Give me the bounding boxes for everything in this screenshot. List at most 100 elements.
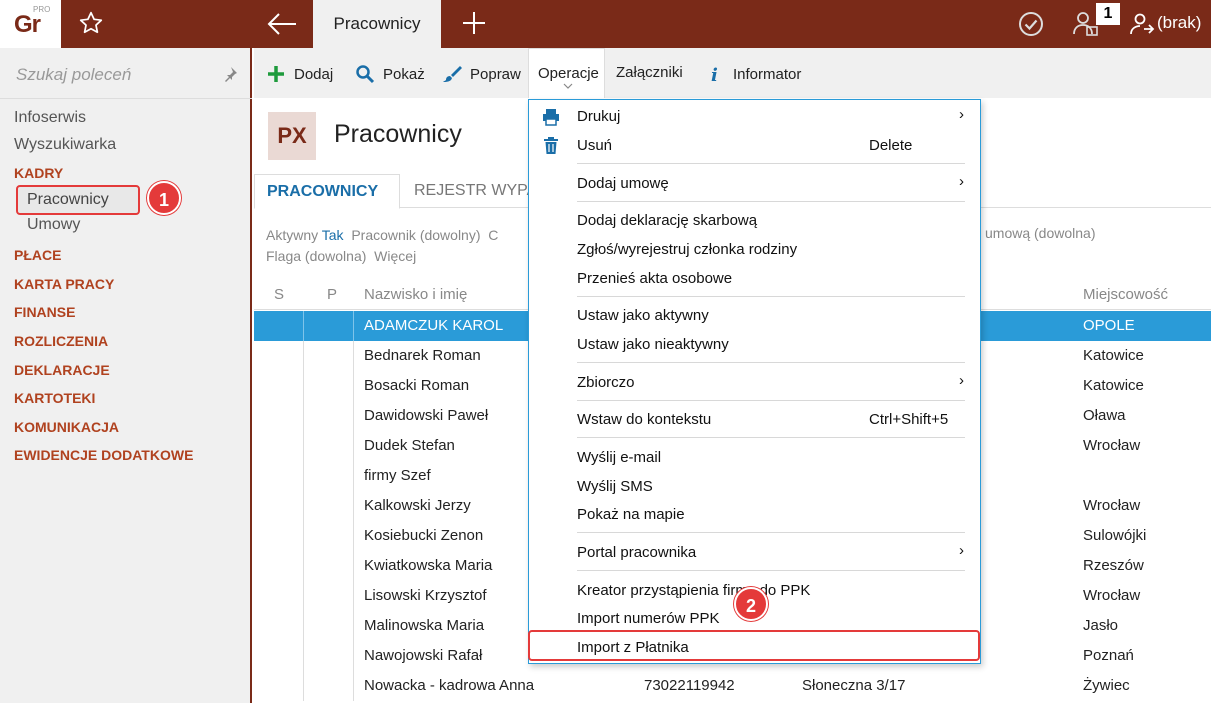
cell-s xyxy=(254,611,304,641)
sidebar-section-rozliczenia[interactable]: ROZLICZENIA xyxy=(14,333,108,349)
sidebar-section-ewidencje[interactable]: EWIDENCJE DODATKOWE xyxy=(14,447,193,463)
cell-p xyxy=(304,671,354,701)
menu-separator xyxy=(577,163,965,164)
cell-city: Katowice xyxy=(1083,377,1144,394)
info-button[interactable]: i Informator xyxy=(705,64,801,84)
app-logo[interactable]: Gr PRO xyxy=(0,0,61,48)
show-button[interactable]: Pokaż xyxy=(355,64,425,84)
sidebar: Szukaj poleceń Infoserwis Wyszukiwarka K… xyxy=(0,48,252,703)
menu-separator xyxy=(577,570,965,571)
sidebar-section-karta-pracy[interactable]: KARTA PRACY xyxy=(14,276,114,292)
callout-2: 2 xyxy=(734,587,768,621)
cell-name: Bosacki Roman xyxy=(364,377,470,394)
menu-item-move-files[interactable]: Przenieś akta osobowe xyxy=(577,270,732,287)
cell-s xyxy=(254,521,304,551)
cell-p xyxy=(304,641,354,671)
cell-p xyxy=(304,371,354,401)
menu-item-set-active[interactable]: Ustaw jako aktywny xyxy=(577,307,709,324)
filter-employee[interactable]: Pracownik (dowolny) xyxy=(351,227,480,243)
sidebar-item-pracownicy[interactable]: Pracownicy xyxy=(16,185,140,215)
operations-button[interactable]: Operacje xyxy=(528,48,605,100)
cell-name: Dawidowski Paweł xyxy=(364,407,489,424)
back-arrow-icon[interactable] xyxy=(266,11,298,37)
menu-item-family-member[interactable]: Zgłoś/wyrejestruj członka rodziny xyxy=(577,241,797,258)
menu-item-add-contract[interactable]: Dodaj umowę xyxy=(577,175,669,192)
filter-contract[interactable]: umową (dowolna) xyxy=(985,225,1096,241)
menu-item-bulk[interactable]: Zbiorczo xyxy=(577,374,635,391)
menu-item-delete[interactable]: Usuń xyxy=(577,137,612,154)
tab-pracownicy[interactable]: Pracownicy xyxy=(313,0,441,48)
new-tab-plus-icon[interactable] xyxy=(461,10,487,36)
cell-city: Wrocław xyxy=(1083,587,1141,604)
menu-item-send-sms[interactable]: Wyślij SMS xyxy=(577,478,653,495)
cell-p xyxy=(304,461,354,491)
menu-item-show-map[interactable]: Pokaż na mapie xyxy=(577,506,685,523)
menu-separator xyxy=(577,362,965,363)
star-icon[interactable] xyxy=(78,10,104,36)
menu-item-ppk-import[interactable]: Import numerów PPK xyxy=(577,610,720,627)
menu-item-ppk-wizard[interactable]: Kreator przystąpienia firmy do PPK xyxy=(577,582,810,599)
menu-item-set-inactive[interactable]: Ustaw jako nieaktywny xyxy=(577,336,729,353)
sidebar-item-infoserwis[interactable]: Infoserwis xyxy=(14,109,86,127)
filter-flag[interactable]: Flaga (dowolna) xyxy=(266,248,366,264)
pin-icon[interactable] xyxy=(222,66,238,82)
cell-city: Wrocław xyxy=(1083,437,1141,454)
col-header-city[interactable]: Miejscowość xyxy=(1083,286,1168,303)
cell-city: Jasło xyxy=(1083,617,1119,634)
col-header-p[interactable]: P xyxy=(327,286,337,303)
cell-name: Kalkowski Jerzy xyxy=(364,497,471,514)
user-label[interactable]: (brak) xyxy=(1157,13,1201,33)
menu-item-send-email[interactable]: Wyślij e-mail xyxy=(577,449,661,466)
table-row[interactable]: Nowacka - kadrowa Anna 73022119942 Słonecz… xyxy=(254,671,1211,701)
sidebar-item-umowy[interactable]: Umowy xyxy=(27,216,80,234)
edit-button[interactable]: Popraw xyxy=(442,64,521,84)
cell-s xyxy=(254,431,304,461)
cell-pesel: 73022119942 xyxy=(644,677,735,694)
sidebar-item-wyszukiwarka[interactable]: Wyszukiwarka xyxy=(14,136,116,154)
sidebar-section-kadry[interactable]: KADRY xyxy=(14,165,63,181)
cell-p xyxy=(304,521,354,551)
filter-more[interactable]: Więcej xyxy=(374,248,416,264)
printer-icon xyxy=(543,109,559,126)
plus-icon xyxy=(268,66,284,82)
page-title: Pracownicy xyxy=(334,120,462,148)
attachments-button[interactable]: Załączniki xyxy=(616,64,683,81)
sidebar-section-kartoteki[interactable]: KARTOTEKI xyxy=(14,390,95,406)
sidebar-divider xyxy=(0,98,252,99)
cell-city: Żywiec xyxy=(1083,677,1130,694)
menu-item-insert-context[interactable]: Wstaw do kontekstu xyxy=(577,411,711,428)
sidebar-section-deklaracje[interactable]: DEKLARACJE xyxy=(14,362,110,378)
col-header-s[interactable]: S xyxy=(274,286,284,303)
menu-item-print[interactable]: Drukuj xyxy=(577,108,620,125)
add-button[interactable]: Dodaj xyxy=(266,64,333,84)
highlight-platnik-import xyxy=(528,630,980,661)
notification-badge: 1 xyxy=(1096,3,1120,25)
chevron-right-icon: › xyxy=(959,106,964,123)
cell-p xyxy=(304,611,354,641)
operations-button-label: Operacje xyxy=(538,65,599,82)
sidebar-section-place[interactable]: PŁACE xyxy=(14,247,61,263)
cell-name: Lisowski Krzysztof xyxy=(364,587,487,604)
shortcut-delete: Delete xyxy=(869,137,913,154)
cell-city: OPOLE xyxy=(1083,317,1135,334)
filter-partial[interactable]: C xyxy=(488,227,498,243)
user-icon[interactable] xyxy=(1129,12,1155,36)
tasks-check-icon[interactable] xyxy=(1017,10,1045,38)
sidebar-section-komunikacja[interactable]: KOMUNIKACJA xyxy=(14,419,119,435)
tab-rejestr[interactable]: REJESTR WYPA xyxy=(414,182,537,200)
cell-p xyxy=(304,431,354,461)
cell-s xyxy=(254,371,304,401)
menu-separator xyxy=(577,296,965,297)
menu-separator xyxy=(577,201,965,202)
command-search-input[interactable]: Szukaj poleceń xyxy=(16,65,131,85)
cell-s xyxy=(254,581,304,611)
col-header-name[interactable]: Nazwisko i imię xyxy=(364,286,467,303)
tab-pracownicy-list[interactable]: PRACOWNICY xyxy=(254,174,400,209)
cell-name: Nowacka - kadrowa Anna xyxy=(364,677,535,694)
brush-icon xyxy=(443,66,462,82)
menu-item-add-tax-declaration[interactable]: Dodaj deklarację skarbową xyxy=(577,212,757,229)
filter-active-value[interactable]: Tak xyxy=(322,227,344,243)
menu-item-employee-portal[interactable]: Portal pracownika xyxy=(577,544,696,561)
sidebar-section-finanse[interactable]: FINANSE xyxy=(14,304,75,320)
logo-text: Gr xyxy=(14,11,41,38)
